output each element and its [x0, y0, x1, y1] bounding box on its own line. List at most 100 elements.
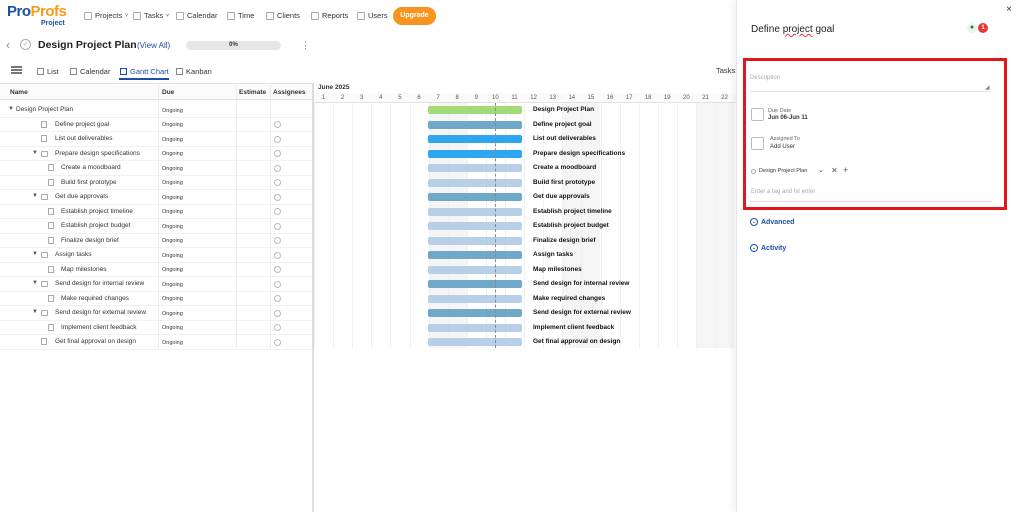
- due-date-calendar-icon[interactable]: [751, 108, 764, 121]
- nav-item-calendar[interactable]: Calendar: [176, 11, 220, 20]
- assignee-avatar-icon[interactable]: [274, 338, 281, 346]
- task-status[interactable]: Ongoing: [162, 325, 183, 331]
- table-row[interactable]: [0, 219, 312, 234]
- task-status[interactable]: Ongoing: [162, 137, 183, 143]
- menu-hamburger-icon[interactable]: [11, 66, 22, 74]
- task-name[interactable]: Finalize design brief: [61, 237, 119, 244]
- collapse-caret-icon[interactable]: ▼: [32, 280, 38, 286]
- task-status[interactable]: Ongoing: [162, 122, 183, 128]
- table-row[interactable]: [0, 161, 312, 176]
- table-row[interactable]: [0, 205, 312, 219]
- nav-item-time[interactable]: Time: [227, 11, 257, 20]
- complete-check-icon[interactable]: ✓: [20, 39, 31, 50]
- activity-section-toggle[interactable]: ⌄ Activity: [750, 244, 786, 252]
- gantt-task-bar[interactable]: [427, 135, 523, 143]
- gantt-task-bar[interactable]: [427, 222, 523, 230]
- assignee-avatar-icon[interactable]: [274, 251, 281, 259]
- task-status[interactable]: Ongoing: [162, 108, 183, 114]
- collapse-caret-icon[interactable]: ▼: [32, 251, 38, 257]
- task-status[interactable]: Ongoing: [162, 195, 183, 201]
- add-project-icon[interactable]: +: [843, 165, 848, 175]
- task-status[interactable]: Ongoing: [162, 166, 183, 172]
- assignee-avatar-icon[interactable]: [274, 266, 281, 273]
- task-name[interactable]: Prepare design specifications: [55, 150, 140, 157]
- gantt-task-bar[interactable]: [427, 309, 523, 317]
- remove-project-icon[interactable]: ✕: [831, 166, 838, 175]
- assignee-avatar-icon[interactable]: [274, 237, 281, 244]
- table-row[interactable]: [0, 234, 312, 248]
- nav-item-projects[interactable]: Projects ˅: [84, 11, 128, 20]
- task-name[interactable]: Establish project budget: [61, 222, 130, 229]
- task-status[interactable]: Ongoing: [162, 296, 183, 302]
- task-name[interactable]: Send design for external review: [55, 309, 146, 316]
- nav-item-reports[interactable]: Reports: [311, 11, 351, 20]
- table-row[interactable]: [0, 263, 312, 277]
- assignee-avatar-icon[interactable]: [274, 208, 281, 215]
- task-name[interactable]: Send design for internal review: [55, 280, 144, 287]
- gantt-task-bar[interactable]: [427, 294, 523, 303]
- more-options-icon[interactable]: ⋮: [301, 40, 310, 51]
- task-name[interactable]: Make required changes: [61, 295, 129, 302]
- table-row[interactable]: [0, 321, 312, 335]
- close-panel-icon[interactable]: ×: [1006, 4, 1012, 15]
- resize-handle-icon[interactable]: ◢: [985, 84, 990, 91]
- task-title[interactable]: Define project goal: [751, 24, 834, 35]
- column-header-assignees[interactable]: Assignees: [273, 89, 306, 96]
- table-row[interactable]: [0, 292, 312, 306]
- gantt-task-bar[interactable]: [427, 193, 523, 201]
- due-date-value[interactable]: Jun 06-Jun 11: [768, 115, 808, 121]
- gantt-task-bar[interactable]: [427, 164, 523, 172]
- task-status[interactable]: Ongoing: [162, 311, 183, 317]
- collapse-caret-icon[interactable]: ▼: [32, 309, 38, 315]
- nav-item-clients[interactable]: Clients: [266, 11, 303, 20]
- collapse-caret-icon[interactable]: ▼: [8, 106, 14, 112]
- assignee-avatar-icon[interactable]: [274, 164, 281, 172]
- task-status[interactable]: Ongoing: [162, 282, 183, 288]
- task-name[interactable]: Establish project timeline: [61, 208, 133, 215]
- tasks-filter-label[interactable]: Tasks:: [716, 66, 737, 75]
- advanced-section-toggle[interactable]: ⌄ Advanced: [750, 218, 794, 226]
- task-status[interactable]: Ongoing: [162, 253, 183, 259]
- gantt-task-bar[interactable]: [427, 265, 523, 274]
- gantt-task-bar[interactable]: [427, 280, 523, 288]
- assignee-avatar-icon[interactable]: [274, 135, 281, 143]
- lightbulb-icon[interactable]: ●: [967, 23, 977, 33]
- task-status[interactable]: Ongoing: [162, 224, 183, 230]
- view-all-link[interactable]: (View All): [137, 41, 170, 50]
- assignee-avatar-icon[interactable]: [274, 309, 281, 317]
- gantt-task-bar[interactable]: [427, 106, 523, 114]
- tab-list[interactable]: List: [37, 67, 59, 76]
- task-status[interactable]: Ongoing: [162, 340, 183, 346]
- assignee-avatar-icon[interactable]: [274, 193, 281, 201]
- task-name[interactable]: Build first prototype: [61, 179, 117, 186]
- column-header-name[interactable]: Name: [10, 89, 28, 96]
- column-header-due[interactable]: Due: [162, 89, 174, 96]
- notification-badge[interactable]: 1: [978, 23, 988, 33]
- task-name[interactable]: Define project goal: [55, 121, 109, 128]
- task-name[interactable]: Assign tasks: [55, 251, 92, 258]
- task-name[interactable]: Design Project Plan: [16, 106, 73, 113]
- assignee-avatar-icon[interactable]: [274, 324, 281, 331]
- upgrade-button[interactable]: Upgrade: [393, 7, 436, 25]
- gantt-task-bar[interactable]: [427, 338, 523, 346]
- task-status[interactable]: Ongoing: [162, 238, 183, 244]
- task-name[interactable]: List out deliverables: [55, 135, 112, 142]
- proprofs-logo[interactable]: ProProfs Project: [7, 3, 69, 29]
- description-field[interactable]: [750, 68, 991, 92]
- assignee-avatar-icon[interactable]: [274, 280, 281, 288]
- gantt-task-bar[interactable]: [427, 236, 523, 245]
- tab-calendar[interactable]: Calendar: [70, 67, 110, 76]
- assignee-avatar-icon[interactable]: [274, 121, 281, 128]
- collapse-caret-icon[interactable]: ▼: [32, 150, 38, 156]
- gantt-task-bar[interactable]: [427, 178, 523, 187]
- gantt-task-bar[interactable]: [427, 251, 523, 259]
- task-status[interactable]: Ongoing: [162, 209, 183, 215]
- gantt-task-bar[interactable]: [427, 149, 523, 158]
- task-name[interactable]: Create a moodboard: [61, 164, 121, 171]
- tab-kanban[interactable]: Kanban: [176, 67, 212, 76]
- task-name[interactable]: Implement client feedback: [61, 324, 137, 331]
- project-selector[interactable]: Design Project Plan: [759, 168, 807, 174]
- gantt-task-bar[interactable]: [427, 207, 523, 216]
- back-arrow-icon[interactable]: ‹: [6, 38, 10, 52]
- nav-item-tasks[interactable]: Tasks ˅: [133, 11, 169, 20]
